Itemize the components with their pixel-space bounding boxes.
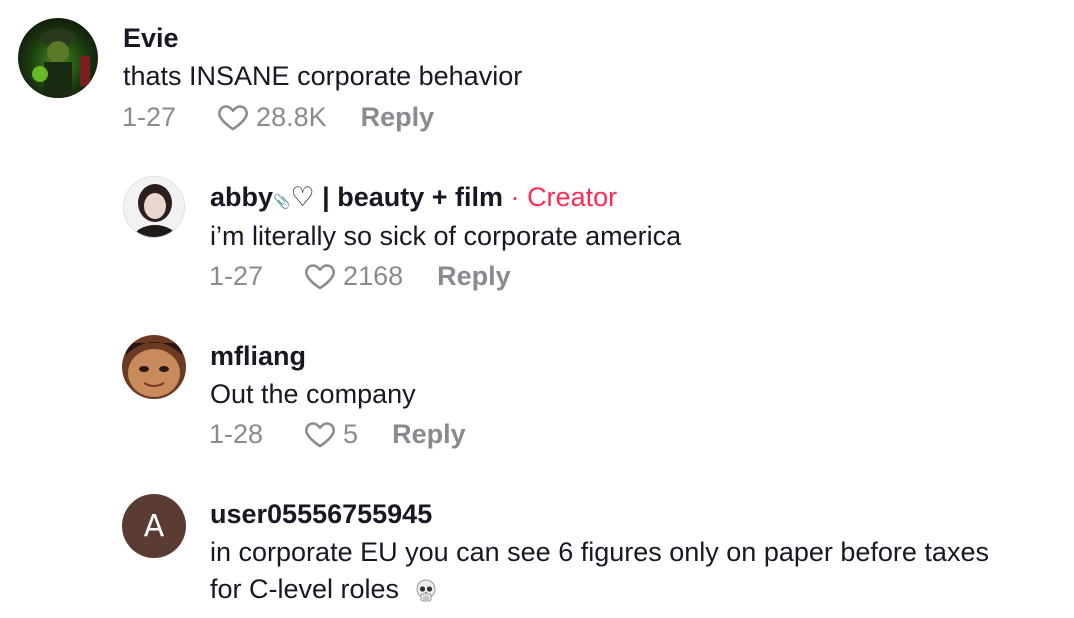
heart-icon — [218, 105, 248, 131]
reply-button[interactable]: Reply — [361, 102, 435, 133]
avatar-image-icon — [18, 18, 98, 98]
comment-date: 1-28 — [209, 418, 264, 449]
like-count: 2168 — [343, 260, 404, 291]
username-suffix: ♡ | beauty + film — [290, 182, 504, 212]
comment-username[interactable]: user05556755945 — [210, 498, 432, 530]
comment-username[interactable]: Evie — [123, 22, 179, 54]
avatar-letter: A — [143, 508, 165, 544]
like-button[interactable]: 2168 — [303, 259, 403, 293]
comment-meta: 1-27 2168 Reply — [209, 258, 511, 294]
comment-meta: 1-28 5 Reply — [209, 416, 466, 452]
comment-text: Out the company — [210, 379, 416, 409]
avatar-image-icon — [122, 335, 186, 399]
like-button[interactable]: 5 — [303, 417, 358, 451]
comment-text: thats INSANE corporate behavior — [123, 61, 523, 91]
heart-icon — [305, 422, 335, 448]
avatar[interactable] — [122, 335, 186, 399]
avatar[interactable] — [123, 176, 185, 238]
creator-separator: · — [510, 182, 520, 212]
creator-badge: · Creator — [511, 182, 618, 212]
like-count: 28.8K — [256, 101, 327, 132]
comment-text-line-2-text: for C-level roles — [210, 574, 400, 604]
like-button[interactable]: 28.8K — [216, 100, 327, 134]
comment-text-line-1: in corporate EU you can see 6 figures on… — [210, 537, 989, 567]
avatar[interactable] — [18, 18, 98, 98]
comment-text: i’m literally so sick of corporate ameri… — [210, 221, 682, 251]
avatar[interactable]: A — [122, 494, 186, 558]
paperclip-icon: 📎 — [273, 193, 291, 209]
avatar-image-icon — [124, 177, 184, 237]
creator-label: Creator — [527, 182, 618, 212]
comment-date: 1-27 — [209, 260, 264, 291]
comment-text-line-2: for C-level roles — [210, 571, 439, 608]
comment-username[interactable]: abby📎♡ | beauty + film · Creator — [210, 181, 617, 217]
like-count: 5 — [343, 418, 359, 449]
comment-username[interactable]: mfliang — [210, 340, 306, 372]
comment-meta: 1-27 28.8K Reply — [122, 99, 434, 135]
reply-button[interactable]: Reply — [392, 419, 466, 450]
reply-button[interactable]: Reply — [437, 261, 511, 292]
skull-icon — [416, 579, 436, 602]
comment-date: 1-27 — [122, 101, 177, 132]
username-text: abby — [210, 182, 274, 212]
heart-icon — [305, 264, 335, 290]
